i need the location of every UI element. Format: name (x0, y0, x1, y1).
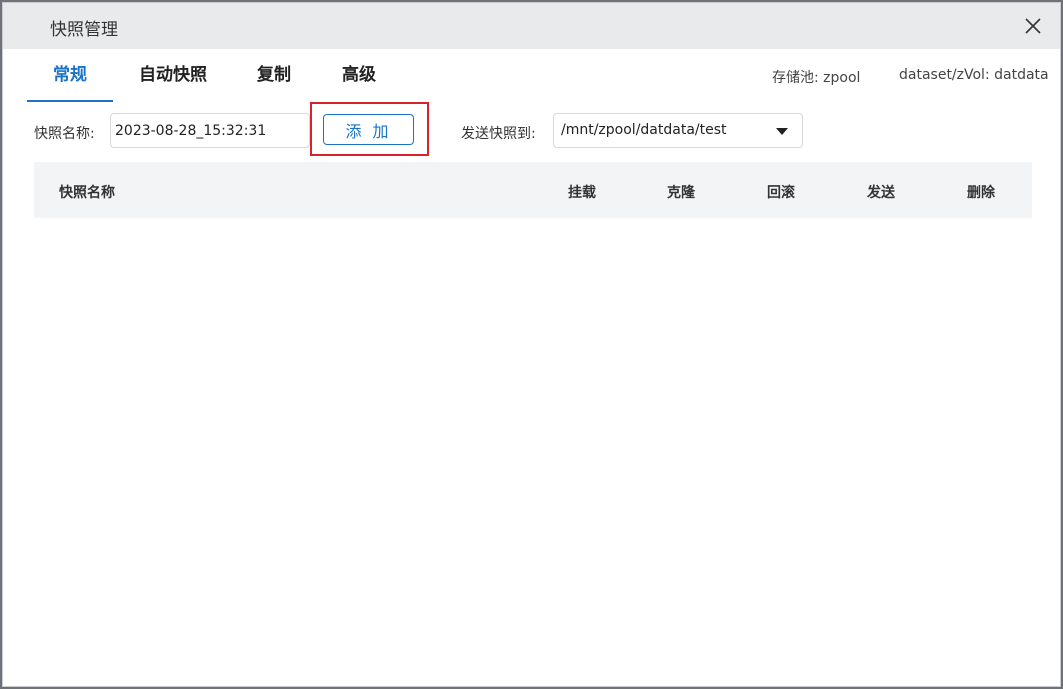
send-target-select[interactable]: /mnt/zpool/datdata/test (553, 113, 803, 148)
col-send: 发送 (867, 185, 895, 201)
snapshot-dialog: 快照管理 常规 自动快照 复制 高级 存储池: zpool dataset/zV… (2, 2, 1061, 687)
col-delete: 删除 (967, 185, 995, 201)
dataset-info: dataset/zVol: datdata (899, 67, 1049, 83)
snapshot-name-input[interactable] (110, 113, 310, 148)
snapshot-name-label: 快照名称: (34, 126, 95, 142)
chevron-down-icon (776, 128, 788, 135)
col-rollback: 回滚 (767, 185, 795, 201)
col-mount: 挂载 (568, 185, 596, 201)
tab-advanced[interactable]: 高级 (338, 50, 380, 100)
tab-auto-snapshot[interactable]: 自动快照 (131, 50, 215, 100)
pool-info: 存储池: zpool (772, 70, 861, 86)
snapshot-table-body (34, 218, 1032, 678)
active-tab-indicator (27, 100, 113, 102)
dialog-title: 快照管理 (50, 20, 118, 40)
tab-replication[interactable]: 复制 (253, 50, 295, 100)
send-to-label: 发送快照到: (461, 126, 536, 142)
dialog-titlebar: 快照管理 (3, 3, 1060, 49)
col-clone: 克隆 (667, 185, 695, 201)
send-target-value: /mnt/zpool/datdata/test (561, 122, 727, 138)
col-snapshot-name: 快照名称 (59, 185, 115, 201)
tab-bar: 常规 自动快照 复制 高级 (27, 50, 447, 102)
add-snapshot-button[interactable]: 添 加 (323, 114, 414, 145)
tab-general[interactable]: 常规 (27, 50, 113, 100)
snapshot-table-header: 快照名称 挂载 克隆 回滚 发送 删除 (34, 162, 1032, 218)
close-icon[interactable] (1022, 15, 1044, 37)
